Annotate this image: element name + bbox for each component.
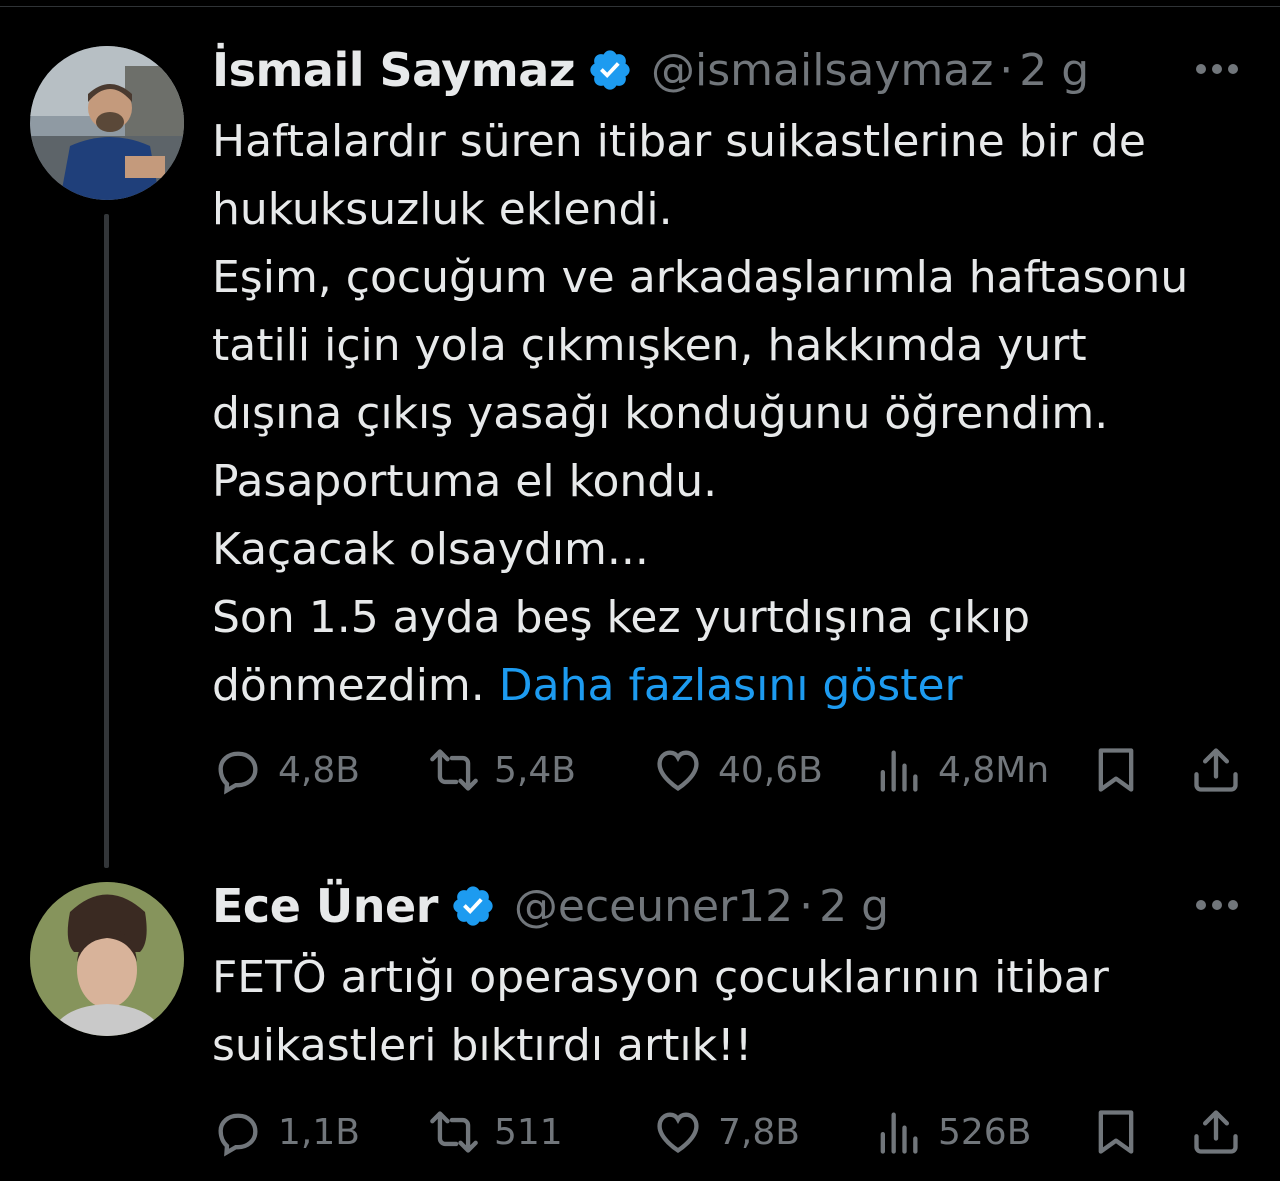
display-name[interactable]: İsmail Saymaz: [212, 43, 576, 97]
tweet-text: FETÖ artığı operasyon çocuklarının itiba…: [212, 944, 1252, 1080]
views-analytics-icon: [880, 1112, 918, 1154]
share-button[interactable]: [1190, 1102, 1242, 1162]
reply-button[interactable]: 1,1B: [212, 1102, 360, 1162]
reply-count: 1,1B: [278, 1111, 360, 1153]
like-button[interactable]: 40,6B: [652, 740, 823, 800]
reply-icon: [218, 1113, 258, 1157]
tweet-text-line: Kaçacak olsaydım...: [212, 524, 649, 575]
tweet-text: Haftalardır süren itibar suikastlerine b…: [212, 108, 1252, 720]
retweet-icon: [430, 1111, 478, 1153]
reply-count: 4,8B: [278, 749, 360, 791]
views-button[interactable]: 4,8Mn: [872, 740, 1049, 800]
retweet-button[interactable]: 5,4B: [428, 740, 576, 800]
retweet-icon: [430, 749, 478, 791]
tweet-ece-uner[interactable]: Ece Üner @eceuner12 · 2 g FETÖ artığı op…: [0, 860, 1280, 1181]
heart-icon: [657, 750, 699, 791]
user-handle[interactable]: @ismailsaymaz: [651, 45, 993, 96]
tweet-actions: 4,8B 5,4B 40,6B 4,8Mn: [212, 740, 1252, 800]
tweet-text-line-last: dönmezdim. Daha fazlasını göster: [212, 652, 1252, 720]
verified-badge-icon: [590, 50, 630, 90]
tweet-header: Ece Üner @eceuner12 · 2 g: [212, 878, 889, 934]
tweet-text-line: hukuksuzluk eklendi.: [212, 184, 673, 235]
tweet-text-line: suikastleri bıktırdı artık!!: [212, 1020, 753, 1071]
avatar-photo-icon: [30, 882, 184, 1036]
avatar-ismail-saymaz[interactable]: [30, 46, 184, 200]
timestamp[interactable]: 2 g: [1019, 45, 1089, 96]
reply-button[interactable]: 4,8B: [212, 740, 360, 800]
tweet-text-line: dönmezdim.: [212, 660, 485, 711]
views-analytics-icon: [880, 750, 918, 792]
display-name[interactable]: Ece Üner: [212, 879, 438, 933]
bookmark-icon: [1098, 748, 1134, 792]
bookmark-button[interactable]: [1090, 1102, 1142, 1162]
like-count: 40,6B: [718, 749, 823, 791]
tweet-text-line: Son 1.5 ayda beş kez yurtdışına çıkıp: [212, 592, 1030, 643]
tweet-text-line: tatili için yola çıkmışken, hakkımda yur…: [212, 320, 1087, 371]
verified-badge-icon: [453, 886, 493, 926]
share-button[interactable]: [1190, 740, 1242, 800]
tweet-ismail-saymaz[interactable]: İsmail Saymaz @ismailsaymaz · 2 g Haftal…: [0, 0, 1280, 860]
tweet-text-line: Pasaportuma el kondu.: [212, 456, 718, 507]
bookmark-button[interactable]: [1090, 740, 1142, 800]
retweet-button[interactable]: 511: [428, 1102, 563, 1162]
avatar-photo-icon: [30, 46, 184, 200]
share-icon: [1194, 748, 1238, 792]
retweet-count: 511: [494, 1111, 563, 1153]
separator-dot: ·: [799, 880, 814, 932]
views-count: 526B: [938, 1111, 1032, 1153]
tweet-header: İsmail Saymaz @ismailsaymaz · 2 g: [212, 42, 1089, 98]
share-icon: [1194, 1110, 1238, 1154]
views-button[interactable]: 526B: [872, 1102, 1031, 1162]
user-handle[interactable]: @eceuner12: [514, 881, 793, 932]
like-count: 7,8B: [718, 1111, 800, 1153]
tweet-actions: 1,1B 511 7,8B 526B: [212, 1102, 1252, 1162]
views-count: 4,8Mn: [938, 749, 1050, 791]
tweet-text-line: Haftalardır süren itibar suikastlerine b…: [212, 116, 1146, 167]
more-options-icon[interactable]: [1194, 898, 1240, 912]
tweet-text-line: FETÖ artığı operasyon çocuklarının itiba…: [212, 952, 1109, 1003]
timestamp[interactable]: 2 g: [819, 881, 889, 932]
like-button[interactable]: 7,8B: [652, 1102, 800, 1162]
separator-dot: ·: [999, 44, 1014, 96]
retweet-count: 5,4B: [494, 749, 576, 791]
tweet-text-line: dışına çıkış yasağı konduğunu öğrendim.: [212, 388, 1109, 439]
heart-icon: [657, 1112, 699, 1153]
reply-icon: [218, 751, 258, 795]
more-options-icon[interactable]: [1194, 62, 1240, 76]
bookmark-icon: [1098, 1110, 1134, 1154]
avatar-ece-uner[interactable]: [30, 882, 184, 1036]
tweet-text-line: Eşim, çocuğum ve arkadaşlarımla haftason…: [212, 252, 1189, 303]
show-more-link[interactable]: Daha fazlasını göster: [499, 660, 963, 711]
